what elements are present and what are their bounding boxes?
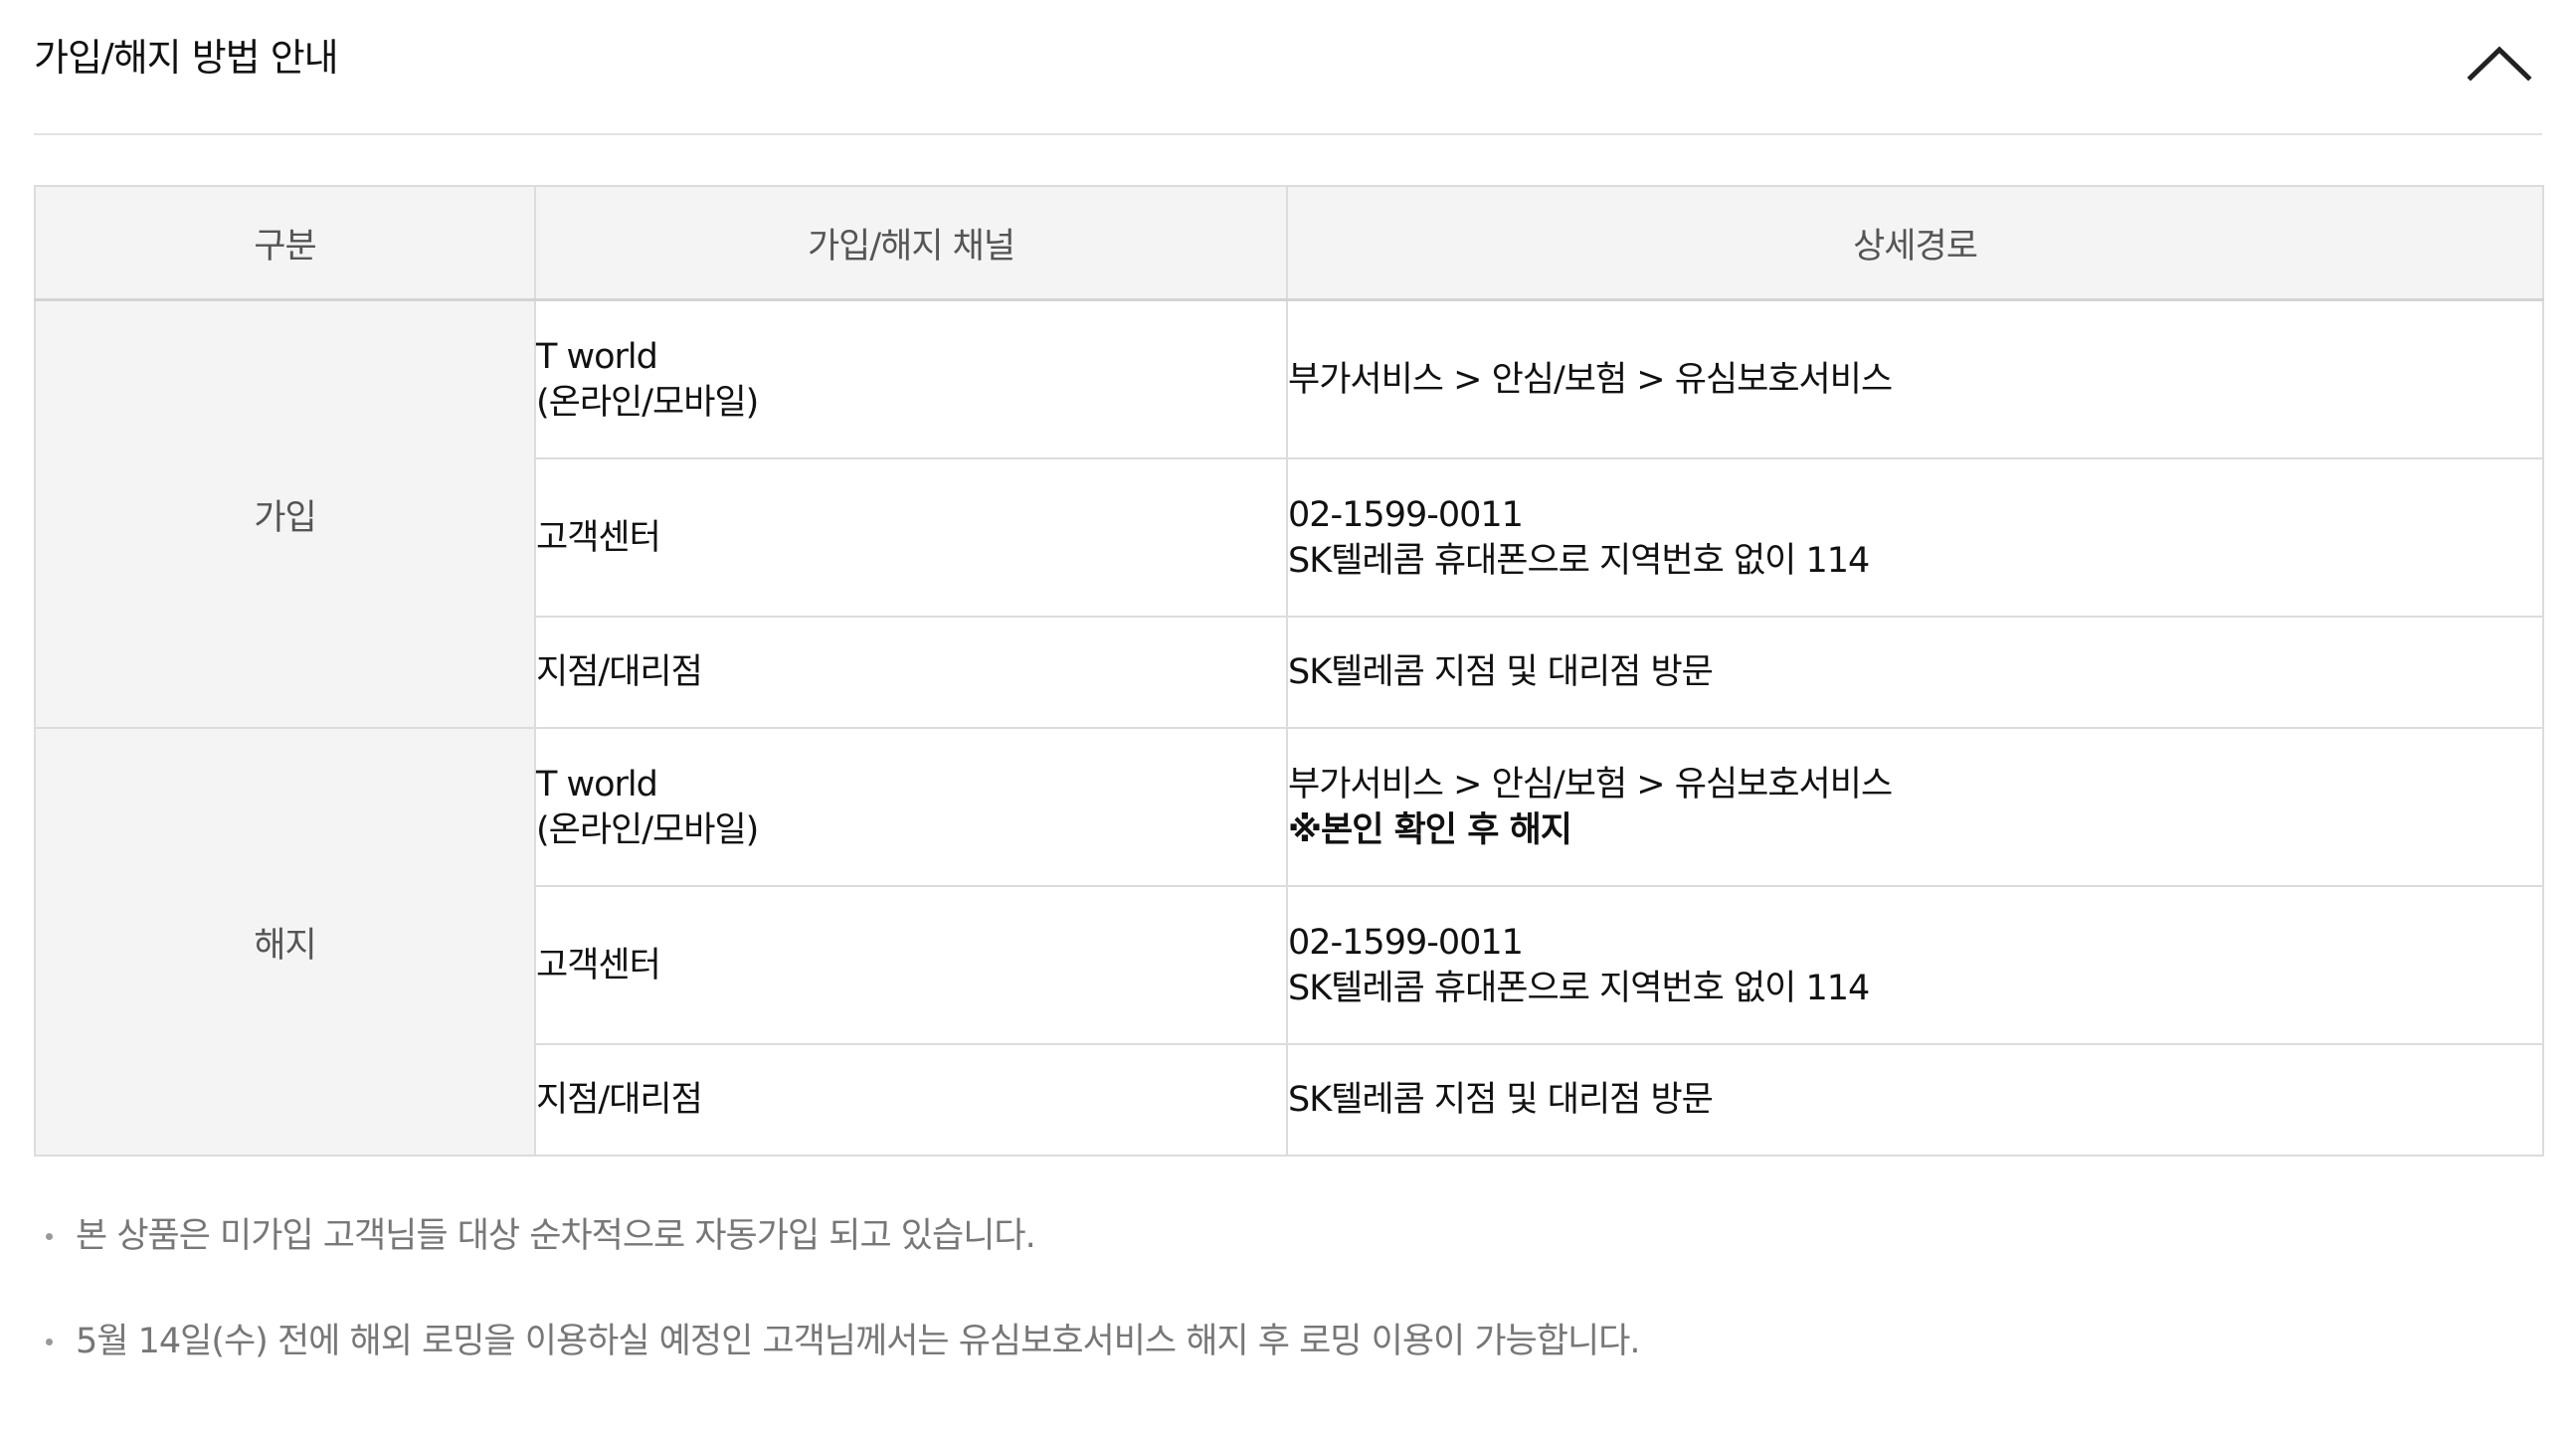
channel-name: 지점/대리점 <box>536 652 703 692</box>
route-text: SK텔레콤 지점 및 대리점 방문 <box>1288 1080 1714 1120</box>
phone-number: 02-1599-0011 <box>1288 922 1524 963</box>
table-header-row: 구분 가입/해지 채널 상세경로 <box>34 185 2544 301</box>
route-cell: SK텔레콤 지점 및 대리점 방문 <box>1286 1043 2544 1157</box>
route-text: 부가서비스 > 안심/보험 > 유심보호서비스 <box>1288 359 1893 400</box>
channel-cell: T world (온라인/모바일) <box>534 727 1288 887</box>
channel-name: 고객센터 <box>536 945 661 985</box>
collapse-button[interactable] <box>2467 40 2532 86</box>
channel-sub: (온라인/모바일) <box>536 382 759 423</box>
notes-list: 본 상품은 미가입 고객님들 대상 순차적으로 자동가입 되고 있습니다. 5월… <box>34 1211 2542 1422</box>
list-item: 5월 14일(수) 전에 해외 로밍을 이용하실 예정인 고객님께서는 유심보호… <box>34 1317 2542 1366</box>
channel-name: T world <box>536 336 658 377</box>
channel-cell: 고객센터 <box>534 457 1288 618</box>
table-row: 해지 T world (온라인/모바일) 부가서비스 > 안심/보험 > 유심보… <box>34 727 2544 1157</box>
bullet-icon <box>46 1233 53 1240</box>
route-cell: SK텔레콤 지점 및 대리점 방문 <box>1286 616 2544 729</box>
channel-cell: 지점/대리점 <box>534 1043 1288 1157</box>
header-category: 구분 <box>34 185 536 301</box>
channel-name: 지점/대리점 <box>536 1080 703 1120</box>
section-header[interactable]: 가입/해지 방법 안내 <box>34 0 2542 135</box>
channel-name: 고객센터 <box>536 517 661 558</box>
bullet-icon <box>46 1339 53 1345</box>
header-route: 상세경로 <box>1286 185 2544 301</box>
channel-sub: (온라인/모바일) <box>536 809 759 850</box>
list-item: 본 상품은 미가입 고객님들 대상 순차적으로 자동가입 되고 있습니다. <box>34 1211 2542 1261</box>
route-text: SK텔레콤 휴대폰으로 지역번호 없이 114 <box>1288 968 1870 1008</box>
chevron-up-icon <box>2467 46 2532 82</box>
note-text: 5월 14일(수) 전에 해외 로밍을 이용하실 예정인 고객님께서는 유심보호… <box>76 1322 1640 1361</box>
category-cancel: 해지 <box>34 727 536 1157</box>
route-text: SK텔레콤 지점 및 대리점 방문 <box>1288 652 1714 692</box>
channel-name: T world <box>536 764 658 805</box>
channel-cell: 고객센터 <box>534 885 1288 1045</box>
route-text: SK텔레콤 휴대폰으로 지역번호 없이 114 <box>1288 540 1870 581</box>
header-channel: 가입/해지 채널 <box>534 185 1288 301</box>
phone-number: 02-1599-0011 <box>1288 494 1524 535</box>
guide-table: 구분 가입/해지 채널 상세경로 가입 T world (온라인/모바일) 부가… <box>34 185 2544 1157</box>
route-cell: 부가서비스 > 안심/보험 > 유심보호서비스 ※본인 확인 후 해지 <box>1286 727 2544 887</box>
route-cell: 02-1599-0011 SK텔레콤 휴대폰으로 지역번호 없이 114 <box>1286 885 2544 1045</box>
note-text: 본 상품은 미가입 고객님들 대상 순차적으로 자동가입 되고 있습니다. <box>76 1216 1036 1256</box>
category-join: 가입 <box>34 298 536 729</box>
route-cell: 02-1599-0011 SK텔레콤 휴대폰으로 지역번호 없이 114 <box>1286 457 2544 618</box>
table-row: 가입 T world (온라인/모바일) 부가서비스 > 안심/보험 > 유심보… <box>34 298 2544 729</box>
channel-cell: T world (온라인/모바일) <box>534 298 1288 459</box>
guide-section: 가입/해지 방법 안내 구분 가입/해지 채널 상세경로 가입 T world … <box>34 0 2544 1361</box>
identity-check-note: ※본인 확인 후 해지 <box>1288 809 1572 850</box>
channel-cell: 지점/대리점 <box>534 616 1288 729</box>
section-title: 가입/해지 방법 안내 <box>34 36 339 80</box>
route-text: 부가서비스 > 안심/보험 > 유심보호서비스 <box>1288 764 1893 805</box>
route-cell: 부가서비스 > 안심/보험 > 유심보호서비스 <box>1286 298 2544 459</box>
